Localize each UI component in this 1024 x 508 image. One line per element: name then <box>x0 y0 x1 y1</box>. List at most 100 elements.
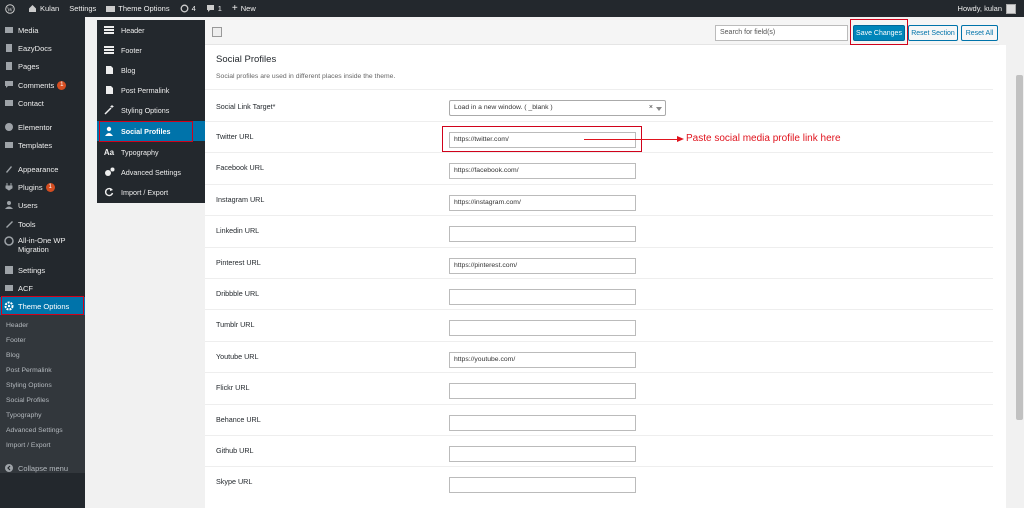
panel-tab-post-permalink[interactable]: Post Permalink <box>97 80 205 100</box>
clear-icon[interactable]: × <box>649 104 653 111</box>
menu-item-contact[interactable]: Contact <box>0 94 85 112</box>
url-input[interactable]: https://instagram.com/ <box>449 194 636 211</box>
panel-tab-advanced-settings[interactable]: Advanced Settings <box>97 162 205 182</box>
new-label: New <box>240 4 256 13</box>
menu-item-comments[interactable]: Comments 1 <box>0 76 85 94</box>
blog-icon <box>97 65 121 75</box>
collapse-menu-button[interactable]: Collapse menu <box>0 459 85 477</box>
menu-item-templates[interactable]: Templates <box>0 136 85 154</box>
menu-item-plugins[interactable]: Plugins 1 <box>0 178 85 196</box>
menu-item-tools[interactable]: Tools <box>0 215 85 233</box>
comments-count: 1 <box>217 4 222 13</box>
chevron-down-icon[interactable] <box>656 107 662 111</box>
url-input[interactable] <box>449 446 636 462</box>
settings-link[interactable]: Settings <box>64 0 101 17</box>
menu-item-users[interactable]: Users <box>0 196 85 214</box>
my-account[interactable]: Howdy, kulan <box>958 0 1016 17</box>
reset-all-button[interactable]: Reset All <box>961 25 998 41</box>
panel-tab-label: Advanced Settings <box>121 167 181 177</box>
migration-icon <box>0 236 18 246</box>
menu-item-pages[interactable]: Pages <box>0 57 85 75</box>
wordpress-logo[interactable]: W <box>0 0 23 17</box>
annotation-arrow-line <box>584 139 680 140</box>
panel-tab-import-export[interactable]: Import / Export <box>97 182 205 202</box>
row-divider <box>205 372 993 374</box>
highlight-social-profiles-tab <box>99 121 193 142</box>
footer-icon <box>97 45 121 55</box>
menu-label: Users <box>18 200 38 210</box>
field-label: Youtube URL <box>216 351 259 361</box>
menu-label: Tools <box>18 219 36 229</box>
scrollbar-thumb[interactable] <box>1016 75 1023 420</box>
refresh-icon <box>97 187 121 197</box>
submenu-social-profiles[interactable]: Social Profiles <box>6 397 49 404</box>
menu-label: Settings <box>18 265 46 275</box>
panel-tab-styling-options[interactable]: Styling Options <box>97 100 205 120</box>
menu-label-line2: Migration <box>18 245 49 254</box>
submenu-blog[interactable]: Blog <box>6 352 20 359</box>
comments-link[interactable]: 1 <box>201 0 227 17</box>
field-label: Tumblr URL <box>216 320 255 330</box>
typography-icon: Aa <box>103 147 115 157</box>
url-input[interactable] <box>449 477 636 494</box>
url-input[interactable] <box>449 383 636 400</box>
submenu-footer[interactable]: Footer <box>6 337 26 344</box>
submenu-advanced-settings[interactable]: Advanced Settings <box>6 427 63 434</box>
admin-menu: Media EazyDocs Pages Comments 1 Contact E… <box>0 17 85 508</box>
submenu-styling-options[interactable]: Styling Options <box>6 382 52 389</box>
field-label: Facebook URL <box>216 163 264 173</box>
panel-tab-blog[interactable]: Blog <box>97 60 205 80</box>
search-fields-input[interactable]: Search for field(s) <box>715 25 848 41</box>
settings-link-label: Settings <box>69 4 97 13</box>
submenu-typography[interactable]: Typography <box>6 412 42 419</box>
annotation-text: Paste social media profile link here <box>686 133 841 144</box>
field-label: Linkedin URL <box>216 226 260 236</box>
menu-item-eazydocs[interactable]: EazyDocs <box>0 39 85 57</box>
menu-item-acf[interactable]: ACF <box>0 279 85 297</box>
row-divider <box>205 340 993 342</box>
url-input[interactable]: https://pinterest.com/ <box>449 257 636 274</box>
reset-section-button[interactable]: Reset Section <box>908 25 958 41</box>
url-input[interactable]: https://facebook.com/ <box>449 163 636 180</box>
updates-link[interactable]: 4 <box>175 0 201 17</box>
submenu-import-export[interactable]: Import / Export <box>6 442 51 449</box>
url-input[interactable]: https://youtube.com/ <box>449 351 636 368</box>
menu-label: All-in-One WP <box>18 236 66 245</box>
url-input[interactable] <box>449 226 636 243</box>
menu-item-media[interactable]: Media <box>0 21 85 39</box>
theme-options-link[interactable]: Theme Options <box>101 0 174 17</box>
elementor-icon <box>0 122 18 132</box>
mail-icon <box>0 98 18 108</box>
section-description: Social profiles are used in different pl… <box>216 73 396 80</box>
comments-badge: 1 <box>57 80 67 90</box>
menu-label: Collapse menu <box>18 463 69 473</box>
panel-menu-toggle-icon[interactable] <box>212 27 222 37</box>
site-name-link[interactable]: Kulan <box>23 0 64 17</box>
menu-item-settings[interactable]: Settings <box>0 261 85 279</box>
menu-item-migration[interactable]: All-in-One WP Migration <box>0 236 85 258</box>
menu-label: Templates <box>18 140 53 150</box>
field-label: Flickr URL <box>216 383 250 393</box>
theme-options-link-label: Theme Options <box>118 4 170 13</box>
link-target-select[interactable]: Load in a new window. ( _blank ) × <box>449 100 666 116</box>
row-divider <box>205 435 993 436</box>
url-input[interactable] <box>449 414 636 431</box>
menu-label: Contact <box>18 98 44 108</box>
menu-item-elementor[interactable]: Elementor <box>0 118 85 136</box>
row-divider <box>205 215 993 217</box>
menu-item-appearance[interactable]: Appearance <box>0 160 85 178</box>
url-input[interactable] <box>449 289 636 305</box>
new-content-link[interactable]: + New <box>227 0 261 17</box>
field-label: Github URL <box>216 446 254 455</box>
submenu-post-permalink[interactable]: Post Permalink <box>6 367 52 374</box>
panel-tab-typography[interactable]: Aa Typography <box>97 142 205 162</box>
url-input[interactable] <box>449 320 636 337</box>
submenu-header[interactable]: Header <box>6 322 28 329</box>
panel-tab-footer[interactable]: Footer <box>97 40 205 60</box>
updates-icon <box>180 4 189 13</box>
panel-tab-header[interactable]: Header <box>97 20 205 40</box>
pages-icon <box>0 61 18 71</box>
cogs-icon <box>97 167 121 177</box>
menu-label: Comments <box>18 80 55 90</box>
user-icon <box>0 200 18 210</box>
